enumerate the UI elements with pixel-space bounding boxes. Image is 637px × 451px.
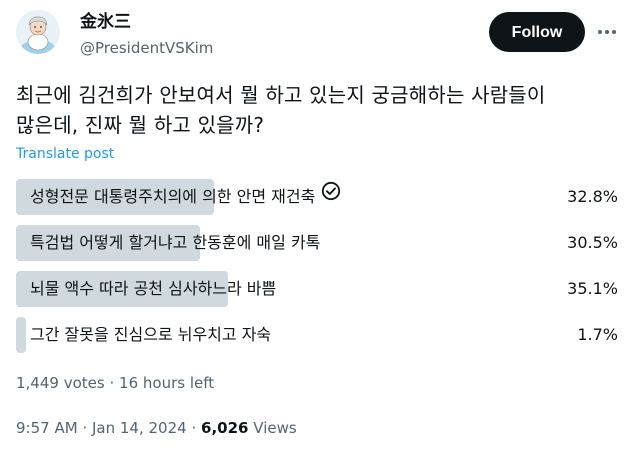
views-label: Views <box>253 419 297 437</box>
poll-option-text: 그간 잘못을 진심으로 뉘우치고 자숙 <box>30 325 272 344</box>
post-text-line: 최근에 김건희가 안보여서 뭘 하고 있는지 궁금해하는 사람들이 <box>16 83 546 107</box>
separator: · <box>82 419 88 437</box>
separator: · <box>109 374 115 392</box>
post-time[interactable]: 9:57 AM <box>16 419 78 437</box>
poll-option-percent: 35.1% <box>567 279 618 298</box>
poll-option: 그간 잘못을 진심으로 뉘우치고 자숙 1.7% <box>16 314 620 356</box>
views-count: 6,026 <box>201 419 249 437</box>
post-text: 최근에 김건희가 안보여서 뭘 하고 있는지 궁금해하는 사람들이 많은데, 진… <box>16 80 626 140</box>
check-circle-icon <box>321 175 341 217</box>
post-date[interactable]: Jan 14, 2024 <box>92 419 187 437</box>
avatar[interactable] <box>16 10 60 54</box>
poll-option-label: 특검법 어떻게 할거냐고 한동훈에 매일 카톡 <box>30 222 320 264</box>
poll-option: 특검법 어떻게 할거냐고 한동훈에 매일 카톡 30.5% <box>16 222 620 264</box>
poll-option-percent: 1.7% <box>577 325 618 344</box>
poll-time-left: 16 hours left <box>119 374 215 392</box>
poll-option-text: 뇌물 액수 따라 공천 심사하느라 바쁨 <box>30 279 277 298</box>
avatar-illustration <box>16 10 60 54</box>
post-timestamp-line: 9:57 AM · Jan 14, 2024 · 6,026 Views <box>16 418 297 438</box>
poll-option-label: 성형전문 대통령주치의에 의한 안면 재건축 <box>30 176 341 218</box>
poll-option-text: 특검법 어떻게 할거냐고 한동훈에 매일 카톡 <box>30 233 321 252</box>
poll-meta: 1,449 votes · 16 hours left <box>16 373 214 393</box>
separator: · <box>191 419 197 437</box>
poll-option: 성형전문 대통령주치의에 의한 안면 재건축 32.8% <box>16 176 620 218</box>
follow-button[interactable]: Follow <box>489 12 585 52</box>
poll: 성형전문 대통령주치의에 의한 안면 재건축 32.8% 특검법 어떻게 할거냐… <box>16 176 620 360</box>
poll-option-percent: 32.8% <box>567 187 618 206</box>
poll-option-label: 그간 잘못을 진심으로 뉘우치고 자숙 <box>30 314 271 356</box>
poll-option: 뇌물 액수 따라 공천 심사하느라 바쁨 35.1% <box>16 268 620 310</box>
author-handle[interactable]: @PresidentVSKim <box>80 38 213 58</box>
poll-option-label: 뇌물 액수 따라 공천 심사하느라 바쁨 <box>30 268 276 310</box>
more-horizontal-icon[interactable] <box>596 22 618 42</box>
post-text-line: 많은데, 진짜 뭘 하고 있을까? <box>16 113 265 137</box>
author-display-name[interactable]: 金氷三 <box>80 11 131 33</box>
poll-option-percent: 30.5% <box>567 233 618 252</box>
poll-option-bar <box>16 317 27 353</box>
poll-option-text: 성형전문 대통령주치의에 의한 안면 재건축 <box>30 187 316 206</box>
translate-post-link[interactable]: Translate post <box>16 145 114 163</box>
poll-votes: 1,449 votes <box>16 374 105 392</box>
